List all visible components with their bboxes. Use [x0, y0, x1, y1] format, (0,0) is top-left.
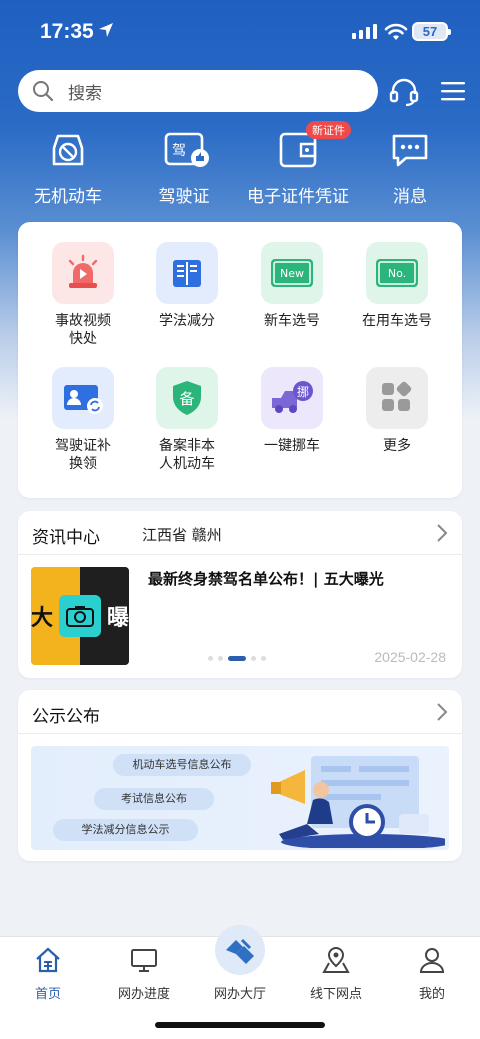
search-icon — [33, 81, 54, 102]
license-renew-icon — [64, 385, 103, 414]
service-used-plate[interactable]: No. 在用车选号 — [342, 242, 452, 330]
news-section-title: 资讯中心 — [32, 528, 100, 548]
service-accident-video[interactable]: 事故视频快处 — [28, 242, 138, 348]
chevron-right-icon[interactable] — [436, 523, 448, 543]
quick-label: 消息 — [393, 187, 427, 207]
book-icon — [173, 260, 201, 287]
alarm-icon — [68, 254, 98, 288]
carousel-dots — [208, 656, 266, 661]
handshake-icon — [226, 938, 254, 964]
search-placeholder: 搜索 — [68, 83, 102, 104]
service-label: 一键挪车 — [264, 438, 320, 454]
nav-progress[interactable]: 网办进度 — [96, 945, 192, 1002]
plate-icon: No. — [376, 259, 418, 287]
nav-profile[interactable]: 我的 — [384, 945, 480, 1002]
service-study-points[interactable]: 学法减分 — [132, 242, 242, 330]
news-card: 资讯中心 江西省 赣州 大 曝 最新终身禁驾名单公布！| 五大曝光 2025-0… — [18, 511, 462, 678]
cellular-signal-icon — [352, 24, 377, 39]
move-glyph: 挪 — [297, 385, 309, 399]
service-register-vehicle[interactable]: 备 备案非本人机动车 — [132, 367, 242, 473]
truck-icon: 挪 — [272, 381, 313, 413]
news-item[interactable]: 大 曝 最新终身禁驾名单公布！| 五大曝光 2025-02-28 — [18, 555, 462, 678]
home-indicator — [155, 1022, 325, 1028]
home-icon — [36, 947, 60, 973]
nav-offline-points[interactable]: 线下网点 — [288, 945, 384, 1002]
service-new-plate[interactable]: New 新车选号 — [237, 242, 347, 330]
announcement-illustration — [271, 756, 445, 848]
more-icon — [382, 381, 412, 411]
nav-label: 网办进度 — [117, 987, 170, 1002]
news-thumbnail: 大 曝 — [31, 567, 129, 665]
notice-section-title: 公示公布 — [32, 707, 100, 727]
notice-pill[interactable]: 机动车选号信息公布 — [113, 754, 251, 776]
nav-hall[interactable]: 网办大厅 — [192, 925, 288, 1002]
nav-label: 线下网点 — [309, 987, 362, 1002]
thumb-text-right: 曝 — [106, 606, 129, 631]
quick-label: 驾驶证 — [158, 187, 210, 207]
chevron-right-icon[interactable] — [436, 702, 448, 722]
battery-level: 57 — [422, 24, 438, 39]
new-certificate-badge: 新证件 — [306, 121, 351, 139]
search-bar[interactable]: 搜索 — [18, 70, 378, 112]
nav-label: 网办大厅 — [213, 987, 266, 1002]
message-icon — [392, 134, 428, 167]
status-time: 17:35 — [40, 20, 94, 43]
plate-glyph: New — [280, 267, 304, 280]
driver-license-icon: 驾 — [164, 132, 209, 167]
user-icon — [419, 948, 445, 973]
menu-icon[interactable] — [440, 80, 466, 102]
notice-pill[interactable]: 学法减分信息公示 — [53, 819, 198, 841]
shield-icon: 备 — [173, 381, 201, 415]
service-label: 学法减分 — [159, 313, 215, 329]
service-label: 驾驶证补换领 — [55, 438, 111, 472]
map-pin-icon — [322, 946, 350, 973]
quick-label: 无机动车 — [34, 187, 102, 207]
service-license-renew[interactable]: 驾驶证补换领 — [28, 367, 138, 473]
hall-button[interactable] — [215, 925, 265, 975]
divider — [18, 733, 462, 734]
battery-indicator: 57 — [412, 22, 451, 41]
plate-glyph: No. — [388, 267, 406, 280]
wifi-icon — [384, 23, 408, 40]
quick-label: 电子证件凭证 — [247, 187, 349, 207]
location-arrow-icon — [99, 23, 113, 37]
thumb-text-left: 大 — [31, 606, 54, 631]
new-plate-icon: New — [271, 259, 313, 287]
svg-text:驾: 驾 — [172, 143, 186, 159]
monitor-icon — [131, 949, 157, 972]
service-label: 备案非本人机动车 — [159, 438, 215, 472]
news-date: 2025-02-28 — [374, 649, 446, 665]
service-label: 新车选号 — [264, 313, 320, 329]
service-more[interactable]: 更多 — [342, 367, 452, 455]
quick-e-certificate[interactable]: 新证件 电子证件凭证 — [236, 121, 360, 207]
services-card: 事故视频快处 学法减分 New 新车选号 No. 在用车选号 驾驶证补换领 备 … — [18, 222, 462, 498]
service-label: 更多 — [383, 438, 411, 454]
shield-glyph: 备 — [179, 390, 194, 408]
headset-icon[interactable] — [388, 76, 420, 108]
quick-messages[interactable]: 消息 — [350, 128, 470, 207]
service-move-car[interactable]: 挪 一键挪车 — [237, 367, 347, 455]
nav-home[interactable]: 首页 — [0, 945, 96, 1002]
news-headline: 最新终身禁驾名单公布！| 五大曝光 — [148, 570, 384, 588]
nav-label: 首页 — [34, 987, 61, 1002]
service-label: 事故视频快处 — [55, 313, 111, 347]
quick-no-vehicle[interactable]: 无机动车 — [8, 128, 128, 207]
notice-banner[interactable]: 机动车选号信息公布 考试信息公布 学法减分信息公示 — [31, 746, 449, 850]
nav-label: 我的 — [418, 987, 445, 1002]
status-bar: 17:35 57 — [0, 0, 480, 62]
camera-icon — [59, 595, 101, 637]
service-label: 在用车选号 — [362, 313, 432, 329]
news-region[interactable]: 江西省 赣州 — [142, 524, 222, 545]
no-vehicle-icon — [52, 134, 84, 166]
quick-driver-license[interactable]: 驾 驾驶证 — [124, 128, 244, 207]
notice-pill[interactable]: 考试信息公布 — [94, 788, 214, 810]
notice-card: 公示公布 机动车选号信息公布 考试信息公布 学法减分信息公示 — [18, 690, 462, 861]
